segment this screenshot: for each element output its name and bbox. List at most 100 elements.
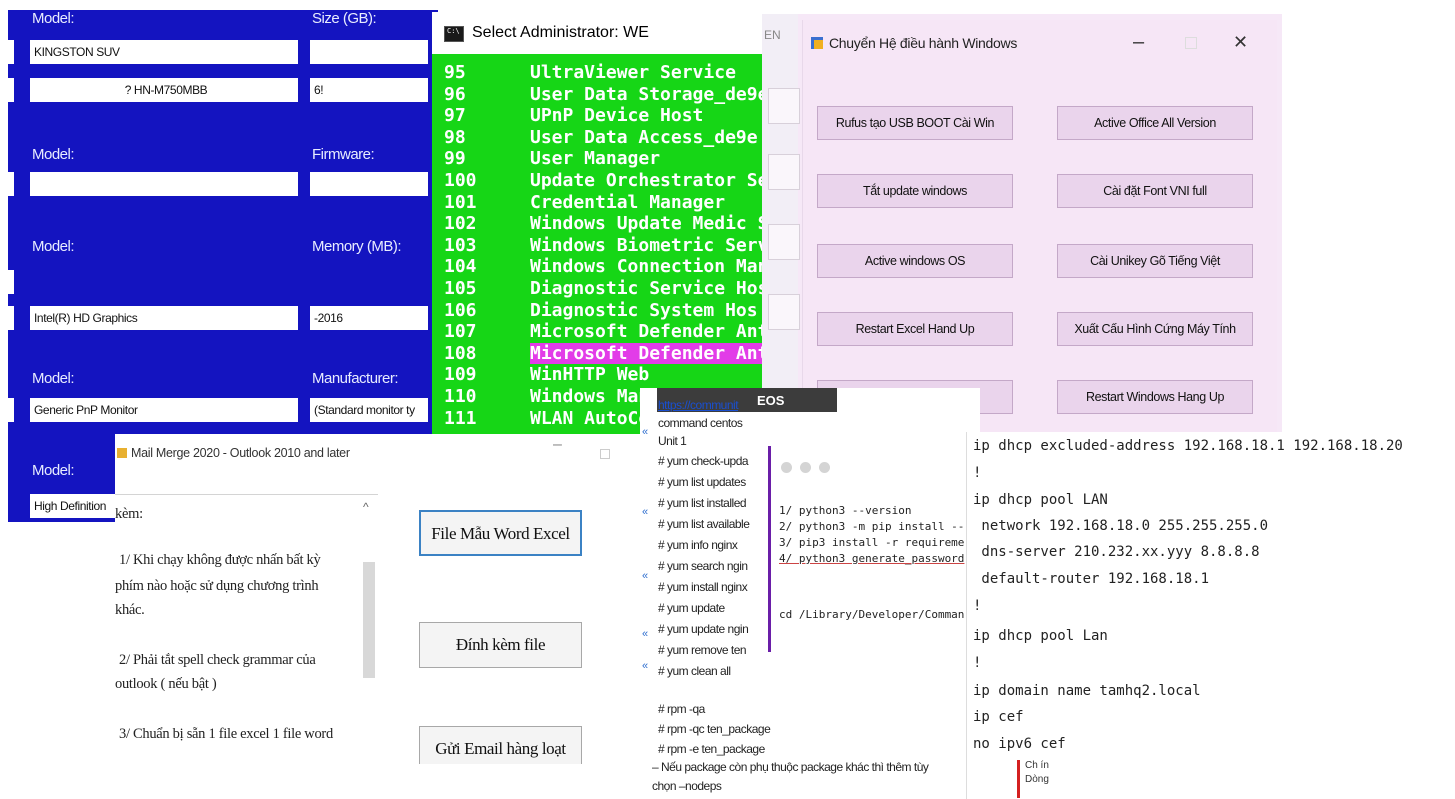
- background-button: [768, 224, 800, 260]
- command-line: # yum info nginx: [658, 538, 738, 552]
- mail-merge-title: Mail Merge 2020 - Outlook 2010 and later: [131, 446, 350, 460]
- left-edge-box: [8, 78, 14, 102]
- left-edge-box: [8, 40, 14, 64]
- memory-label: Memory (MB):: [312, 238, 402, 255]
- manufacturer-field[interactable]: (Standard monitor ty: [310, 398, 428, 422]
- note-line: – Nếu package còn phụ thuộc package khác…: [652, 760, 929, 774]
- model-label: Model:: [32, 238, 75, 255]
- background-button: [768, 154, 800, 190]
- zoom-dot-icon[interactable]: [819, 462, 830, 473]
- gutter-marker: «: [642, 506, 649, 518]
- model-label: Model:: [32, 370, 75, 387]
- windows-tool-title: Chuyển Hệ điều hành Windows: [829, 35, 1018, 51]
- windows-tool-titlebar[interactable]: Chuyển Hệ điều hành Windows – ✕: [803, 20, 1277, 66]
- config-line: no ipv6 cef: [973, 736, 1066, 752]
- mini-snippet: Ch ín Dòng: [1017, 760, 1077, 799]
- memory-field[interactable]: -2016: [310, 306, 428, 330]
- service-row-highlighted: 108 Microsoft Defender Ant: [432, 342, 762, 365]
- gutter-marker: «: [642, 660, 649, 672]
- note-line: phím nào hoặc sử dụng chương trình: [115, 578, 319, 594]
- install-unikey-button[interactable]: Cài Unikey Gõ Tiếng Việt: [1057, 244, 1253, 278]
- notes-scrollbar[interactable]: [363, 562, 375, 678]
- minimize-dot-icon[interactable]: [800, 462, 811, 473]
- gpu-field[interactable]: Intel(R) HD Graphics: [30, 306, 298, 330]
- service-row: 109 WinHTTP Web: [444, 364, 650, 386]
- window-controls: [781, 460, 838, 478]
- send-bulk-email-button[interactable]: Gửi Email hàng loạt: [419, 726, 582, 764]
- serial-field[interactable]: ? HN-M750MBB: [30, 78, 298, 102]
- note-line: outlook ( nếu bật ): [115, 676, 217, 692]
- disable-update-button[interactable]: Tắt update windows: [817, 174, 1013, 208]
- service-row: 103 Windows Biometric Serv: [444, 234, 762, 256]
- mini-text: Ch ín: [1025, 760, 1049, 771]
- command-line: # yum list updates: [658, 475, 746, 489]
- size-field[interactable]: [310, 40, 428, 64]
- maximize-icon[interactable]: [600, 449, 610, 459]
- windows-tool-panel: EN Chuyển Hệ điều hành Windows – ✕ Rufus…: [762, 14, 1282, 434]
- config-line: ip cef: [973, 709, 1024, 725]
- minimize-icon[interactable]: –: [553, 436, 562, 454]
- command-line: # yum check-upda: [658, 454, 749, 468]
- manufacturer-label: Manufacturer:: [312, 370, 399, 387]
- command-line: # yum list available: [658, 517, 750, 531]
- command-line: # yum update ngin: [658, 622, 749, 636]
- mail-merge-icon: [117, 448, 127, 458]
- config-line: ip dhcp excluded-address 192.168.18.1 19…: [973, 438, 1403, 454]
- config-line: network 192.168.18.0 255.255.255.0: [973, 518, 1269, 534]
- restart-excel-button[interactable]: Restart Excel Hand Up: [817, 312, 1013, 346]
- monitor-field[interactable]: Generic PnP Monitor: [30, 398, 298, 422]
- export-hardware-config-button[interactable]: Xuất Cấu Hình Cứng Máy Tính: [1057, 312, 1253, 346]
- banner-text: EOS: [757, 393, 785, 408]
- mini-text: Dòng: [1025, 774, 1049, 785]
- command-line: # yum search ngin: [658, 559, 748, 573]
- service-row: 96 User Data Storage_de9e: [444, 83, 762, 105]
- community-link[interactable]: https://communit: [658, 398, 739, 412]
- firmware-label: Firmware:: [312, 146, 375, 163]
- cmd-title: Select Administrator: WE: [472, 24, 649, 41]
- model-label: Model:: [32, 146, 75, 163]
- scroll-up-icon[interactable]: ^: [363, 500, 369, 514]
- firmware-field[interactable]: [310, 172, 428, 196]
- left-edge-box: [8, 270, 14, 294]
- command-line: # yum remove ten: [658, 643, 747, 657]
- service-row: 105 Diagnostic Service Hos: [444, 277, 762, 299]
- gutter-marker: «: [642, 628, 649, 640]
- model-label: Model:: [32, 10, 75, 27]
- config-line: !: [973, 465, 982, 481]
- model-field[interactable]: KINGSTON SUV: [30, 40, 298, 64]
- size-value-field[interactable]: 6!: [310, 78, 428, 102]
- minimize-icon[interactable]: –: [1133, 20, 1144, 64]
- note-line: 1/ Khi chạy không được nhấn bất kỳ: [119, 552, 321, 568]
- cmd-titlebar[interactable]: Select Administrator: WE: [432, 12, 762, 54]
- command-line: # yum install nginx: [658, 580, 748, 594]
- restart-windows-button[interactable]: Restart Windows Hang Up: [1057, 380, 1253, 414]
- notes-panel: [115, 494, 378, 764]
- terminal-line: 3/ pip3 install -r requireme: [779, 536, 965, 549]
- model-label: Model:: [32, 462, 75, 479]
- config-line: !: [973, 598, 982, 614]
- config-line: ip dhcp pool LAN: [973, 492, 1108, 508]
- command-line: # yum update: [658, 601, 725, 615]
- config-line: dns-server 210.232.xx.yyy 8.8.8.8: [973, 544, 1260, 560]
- active-office-button[interactable]: Active Office All Version: [1057, 106, 1253, 140]
- gutter-marker: «: [642, 570, 649, 582]
- rufus-usb-boot-button[interactable]: Rufus tạo USB BOOT Cài Win: [817, 106, 1013, 140]
- note-line: 2/ Phải tắt spell check grammar của: [119, 652, 316, 668]
- background-window: EN: [762, 14, 800, 434]
- model-field[interactable]: [30, 172, 298, 196]
- command-line: # rpm -e ten_package: [658, 742, 765, 756]
- cmd-icon: [444, 25, 464, 42]
- notes-header: kèm:: [115, 506, 143, 522]
- mac-terminal-window: 1/ python3 --version 2/ python3 -m pip i…: [768, 446, 975, 652]
- active-windows-button[interactable]: Active windows OS: [817, 244, 1013, 278]
- windows-tool-window: Chuyển Hệ điều hành Windows – ✕ Rufus tạ…: [802, 20, 1277, 434]
- terminal-cd-line: cd /Library/Developer/Comman: [779, 608, 965, 621]
- maximize-icon[interactable]: [1185, 37, 1197, 49]
- install-vni-font-button[interactable]: Cài đặt Font VNI full: [1057, 174, 1253, 208]
- terminal-line: 1/ python3 --version: [779, 504, 912, 517]
- attach-file-button[interactable]: Đính kèm file: [419, 622, 582, 668]
- close-icon[interactable]: ✕: [1233, 20, 1248, 64]
- close-dot-icon[interactable]: [781, 462, 792, 473]
- template-word-excel-button[interactable]: File Mẫu Word Excel: [419, 510, 582, 556]
- note-line: command centos: [658, 416, 743, 430]
